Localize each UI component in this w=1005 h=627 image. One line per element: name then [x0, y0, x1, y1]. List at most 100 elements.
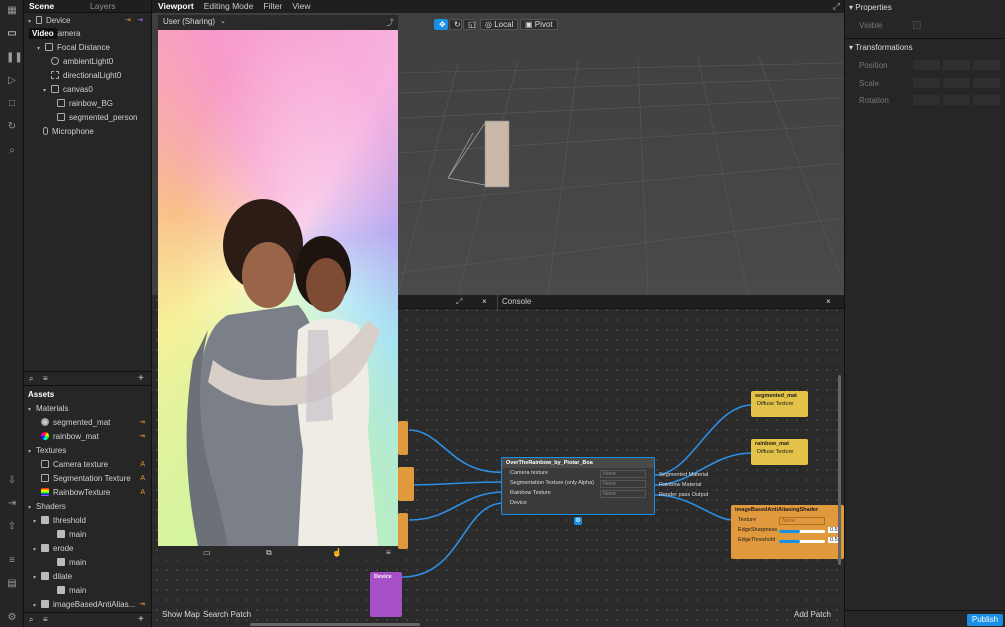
transformations-header[interactable]: ▾ Transformations — [849, 43, 913, 52]
local-button[interactable]: ◎ Local — [480, 19, 519, 30]
segmented-people — [186, 199, 380, 546]
play-icon[interactable]: ▷ — [6, 75, 18, 87]
shader-main[interactable]: main — [57, 584, 86, 598]
materials-group[interactable]: ▾ Materials — [28, 402, 68, 416]
asset-camera-texture[interactable]: Camera texture A — [41, 458, 151, 472]
expand-icon[interactable]: ⤢ — [833, 1, 840, 12]
pivot-button[interactable]: ▣ Pivot — [520, 19, 558, 30]
camera-switch-icon[interactable]: ⧉ — [266, 548, 272, 558]
shader-erode[interactable]: ▾ erode — [33, 542, 73, 556]
show-map-button[interactable]: Show Map — [162, 610, 200, 619]
asset-rainbow-mat[interactable]: rainbow_mat ⇥ — [41, 430, 151, 444]
properties-header[interactable]: ▾ Properties — [849, 3, 892, 12]
device-node[interactable]: Device — [370, 572, 402, 617]
shader-dilate[interactable]: ▾ dilate — [33, 570, 72, 584]
tab-viewport[interactable]: Viewport — [152, 0, 199, 13]
position-fields[interactable] — [913, 60, 1001, 70]
segmented-mat-node[interactable]: segmented_mat Diffuse Texture — [751, 391, 808, 417]
layout-icon[interactable]: ▦ — [6, 5, 18, 17]
tree-item-focal-distance[interactable]: ▾ Focal Distance — [37, 41, 110, 55]
node-settings-icon[interactable]: ⚙ — [574, 517, 582, 525]
tab-filter[interactable]: Filter — [258, 0, 287, 13]
sharpness-slider[interactable] — [779, 530, 825, 533]
position-label: Position — [859, 61, 888, 70]
search-icon[interactable]: ⌕ — [29, 374, 33, 384]
device-select[interactable]: User (Sharing) — [163, 17, 215, 26]
filter-icon[interactable]: ≡ — [43, 615, 48, 624]
tab-layers[interactable]: Layers — [85, 0, 121, 12]
stop-icon[interactable]: □ — [6, 98, 18, 110]
scale-tool-button[interactable]: ◱ — [463, 19, 476, 30]
export-icon[interactable]: ⇩ — [6, 475, 18, 487]
pivot-icon: ▣ — [525, 20, 535, 29]
tree-item-canvas[interactable]: ▾ canvas0 — [43, 83, 93, 97]
menu-icon[interactable]: ≡ — [386, 548, 391, 557]
tree-item-segmented-person[interactable]: segmented_person — [57, 111, 138, 125]
add-icon[interactable]: + — [138, 614, 144, 625]
console-icon[interactable]: ▤ — [6, 578, 18, 590]
publish-button[interactable]: Publish — [967, 614, 1003, 626]
shaders-group[interactable]: ▾ Shaders — [28, 500, 66, 514]
shader-main[interactable]: main — [57, 556, 86, 570]
video-icon[interactable]: ▭ — [6, 28, 18, 40]
viewport-tabs: Viewport Editing Mode Filter View ⤢ — [152, 0, 844, 13]
move-tool-button[interactable]: ✥ — [434, 19, 448, 30]
tree-item-microphone[interactable]: Microphone — [43, 125, 94, 139]
filter-icon[interactable]: ≡ — [43, 374, 48, 383]
settings-icon[interactable]: ⚙ — [6, 612, 18, 624]
rotation-fields[interactable] — [913, 95, 1001, 105]
tab-scene[interactable]: Scene — [24, 0, 59, 12]
over-the-rainbow-node[interactable]: OverTheRainbow_by_Piotar_Boa Camera text… — [501, 457, 655, 515]
rainbow-background — [158, 30, 398, 546]
tab-editing-mode[interactable]: Editing Mode — [199, 0, 259, 13]
touch-icon[interactable]: ☝ — [332, 548, 342, 557]
shader-threshold[interactable]: ▾ threshold — [33, 514, 86, 528]
refresh-icon[interactable]: ↻ — [6, 121, 18, 133]
vertical-scrollbar[interactable] — [838, 375, 841, 565]
popout-icon[interactable]: ⤴ — [386, 17, 394, 28]
login-icon[interactable]: ⇥ — [6, 498, 18, 510]
assets-toolbar: ⌕ ≡ + — [24, 612, 152, 627]
upload-icon[interactable]: ⇧ — [6, 521, 18, 533]
output-label: Segmented Material — [659, 472, 709, 478]
pause-icon[interactable]: ❚❚ — [6, 52, 23, 64]
tree-item-rainbow-bg[interactable]: rainbow_BG — [57, 97, 113, 111]
input-value[interactable]: None — [600, 480, 646, 488]
texture-input[interactable]: None — [779, 517, 825, 525]
input-value[interactable]: None — [600, 490, 646, 498]
asset-segmented-mat[interactable]: segmented_mat ⇥ — [41, 416, 151, 430]
scene-toolbar: ⌕ ≡ + — [24, 371, 152, 386]
tab-view[interactable]: View — [287, 0, 315, 13]
horizontal-scrollbar[interactable] — [250, 623, 420, 626]
add-patch-button[interactable]: Add Patch — [794, 610, 831, 619]
add-icon[interactable]: + — [138, 373, 144, 384]
threshold-slider[interactable] — [779, 540, 825, 543]
scale-label: Scale — [859, 79, 880, 88]
tree-item-ambient-light[interactable]: ambientLight0 — [51, 55, 113, 69]
shader-main[interactable]: main — [57, 528, 86, 542]
texture-node[interactable] — [398, 421, 408, 455]
search-icon[interactable]: ⌕ — [6, 145, 18, 157]
link-icon: ⇥ — [139, 419, 145, 426]
visible-checkbox[interactable] — [913, 21, 921, 29]
texture-node[interactable] — [398, 467, 414, 501]
docs-icon[interactable]: ≡ — [6, 555, 18, 567]
record-icon[interactable]: ▭ — [203, 548, 211, 557]
scale-fields[interactable] — [913, 78, 1001, 88]
search-patch-button[interactable]: Search Patch — [203, 610, 251, 619]
textures-group[interactable]: ▾ Textures — [28, 444, 66, 458]
tree-item-directional-light[interactable]: directionalLight0 — [51, 69, 121, 83]
shader-anti-alias[interactable]: ▾ imageBasedAntiAlias... ⇥ — [33, 598, 151, 612]
chevron-down-icon[interactable]: ⌄ — [220, 17, 226, 25]
threshold-fill — [779, 540, 800, 543]
asset-segmentation-texture[interactable]: Segmentation Texture A — [41, 472, 151, 486]
rainbow-mat-node[interactable]: rainbow_mat Diffuse Texture — [751, 439, 808, 465]
preview-header: User (Sharing) ⌄ ⤴ — [158, 15, 398, 30]
rotate-tool-button[interactable]: ↻ — [449, 19, 462, 30]
anti-alias-shader-node[interactable]: imageBasedAntiAliasingShader Texture Non… — [731, 505, 844, 559]
tree-item-device[interactable]: ▾ Device — [28, 14, 70, 28]
texture-node[interactable] — [398, 513, 408, 549]
search-icon[interactable]: ⌕ — [29, 615, 33, 625]
input-value[interactable]: None — [600, 470, 646, 478]
asset-rainbow-texture[interactable]: RainbowTexture A — [41, 486, 151, 500]
